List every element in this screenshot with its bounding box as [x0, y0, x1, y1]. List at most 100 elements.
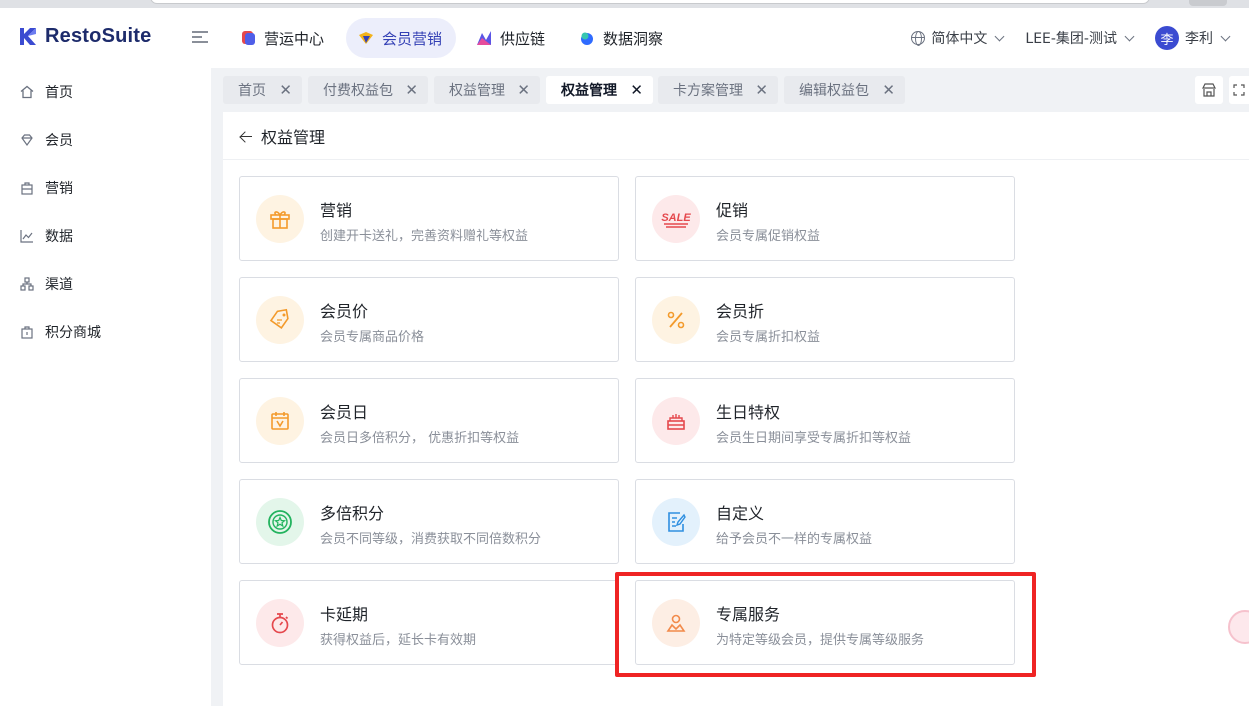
- language-selector[interactable]: 简体中文: [911, 28, 1005, 48]
- menu-collapse-icon[interactable]: [192, 30, 208, 44]
- browser-chrome: [0, 0, 1249, 8]
- organization-selector[interactable]: LEE-集团-测试: [1025, 28, 1135, 48]
- star-medal-icon: [256, 498, 304, 546]
- benefit-card-exclusive-service[interactable]: 专属服务 为特定等级会员，提供专属等级服务: [635, 580, 1015, 665]
- close-icon[interactable]: ✕: [755, 82, 768, 98]
- card-title: 会员日: [320, 403, 369, 422]
- sidebar-item-home[interactable]: 首页: [0, 68, 211, 116]
- benefit-card-member-discount[interactable]: 会员折 会员专属折扣权益: [635, 277, 1015, 362]
- store-icon: [1202, 83, 1216, 97]
- sidebar-item-member[interactable]: 会员: [0, 116, 211, 164]
- page-header: 权益管理: [223, 112, 1249, 160]
- app-logo[interactable]: RestoSuite: [18, 25, 151, 48]
- benefit-card-marketing[interactable]: 营销 创建开卡送礼，完善资料赠礼等权益: [239, 176, 619, 261]
- close-icon[interactable]: ✕: [882, 82, 895, 98]
- fullscreen-button[interactable]: [1229, 76, 1249, 104]
- benefit-card-member-day[interactable]: 会员日 会员日多倍积分， 优惠折扣等权益: [239, 378, 619, 463]
- sidebar-item-channel[interactable]: 渠道: [0, 260, 211, 308]
- sidebar-item-label: 首页: [45, 85, 73, 101]
- close-icon[interactable]: ✕: [405, 82, 418, 98]
- nav-supply-chain[interactable]: 供应链: [464, 18, 559, 58]
- sidebar-item-points-mall[interactable]: 积分商城: [0, 308, 211, 356]
- page-title: 权益管理: [261, 127, 326, 147]
- custom-form-icon: [652, 498, 700, 546]
- browser-button[interactable]: [1189, 0, 1227, 6]
- benefit-card-multiple-points[interactable]: 多倍积分 会员不同等级，消费获取不同倍数积分: [239, 479, 619, 564]
- nav-label: 营运中心: [264, 29, 325, 48]
- chevron-down-icon: [1220, 31, 1231, 41]
- exclusive-service-icon: [652, 599, 700, 647]
- tab-home[interactable]: 首页 ✕: [223, 76, 302, 104]
- card-description: 会员专属商品价格: [320, 330, 425, 345]
- sidebar-item-data[interactable]: 数据: [0, 212, 211, 260]
- birthday-cake-icon: [652, 397, 700, 445]
- data-insight-icon: [581, 32, 594, 45]
- sidebar-item-label: 会员: [45, 133, 73, 149]
- card-description: 会员生日期间享受专属折扣等权益: [716, 431, 912, 446]
- back-arrow-icon[interactable]: [239, 129, 253, 143]
- gift-icon: [256, 195, 304, 243]
- card-title: 促销: [716, 201, 749, 220]
- address-bar[interactable]: [150, 0, 1150, 4]
- card-description: 会员不同等级，消费获取不同倍数积分: [320, 532, 542, 547]
- card-description: 会员日多倍积分， 优惠折扣等权益: [320, 431, 520, 446]
- nav-label: 会员营销: [382, 29, 443, 48]
- chart-icon: [20, 230, 33, 243]
- app-name: RestoSuite: [45, 25, 152, 47]
- card-title: 自定义: [716, 504, 765, 523]
- close-icon[interactable]: ✕: [630, 82, 643, 98]
- sale-icon: SALE: [652, 195, 700, 243]
- close-icon[interactable]: ✕: [279, 82, 292, 98]
- avatar: 李: [1155, 26, 1179, 50]
- chevron-down-icon: [994, 31, 1005, 41]
- benefit-card-card-extension[interactable]: 卡延期 获得权益后，延长卡有效期: [239, 580, 619, 665]
- tab-label: 卡方案管理: [673, 83, 743, 99]
- benefit-card-promotion[interactable]: SALE 促销 会员专属促销权益: [635, 176, 1015, 261]
- supply-chain-icon: [477, 31, 492, 45]
- card-title: 卡延期: [320, 605, 369, 624]
- card-title: 多倍积分: [320, 504, 385, 523]
- tab-benefit-management-active[interactable]: 权益管理 ✕: [546, 76, 653, 104]
- svg-text:SALE: SALE: [661, 212, 691, 224]
- stopwatch-icon: [256, 599, 304, 647]
- nav-operations-center[interactable]: 营运中心: [228, 18, 338, 58]
- nav-label: 数据洞察: [603, 29, 664, 48]
- language-label: 简体中文: [931, 31, 988, 47]
- diamond-icon: [21, 134, 33, 147]
- channel-icon: [20, 277, 34, 291]
- benefit-card-custom[interactable]: 自定义 给予会员不一样的专属权益: [635, 479, 1015, 564]
- tab-label: 首页: [238, 83, 266, 99]
- card-title: 营销: [320, 201, 353, 220]
- tab-card-plan-management[interactable]: 卡方案管理 ✕: [658, 76, 778, 104]
- benefit-card-member-price[interactable]: 会员价 会员专属商品价格: [239, 277, 619, 362]
- tab-label: 权益管理: [561, 83, 617, 99]
- close-icon[interactable]: ✕: [517, 82, 530, 98]
- tab-benefit-management[interactable]: 权益管理 ✕: [434, 76, 540, 104]
- user-menu[interactable]: 李 李利: [1155, 26, 1231, 50]
- tab-edit-benefit-pack[interactable]: 编辑权益包 ✕: [784, 76, 905, 104]
- card-title: 会员折: [716, 302, 765, 321]
- tab-label: 付费权益包: [323, 83, 393, 99]
- bag-icon: [21, 182, 33, 195]
- card-description: 为特定等级会员，提供专属等级服务: [716, 633, 925, 648]
- tab-paid-benefit-pack[interactable]: 付费权益包 ✕: [308, 76, 428, 104]
- card-description: 获得权益后，延长卡有效期: [320, 633, 477, 648]
- card-description: 会员专属促销权益: [716, 229, 821, 244]
- card-description: 会员专属折扣权益: [716, 330, 821, 345]
- organization-label: LEE-集团-测试: [1025, 31, 1117, 47]
- nav-data-insight[interactable]: 数据洞察: [567, 18, 677, 58]
- restosuite-logo-icon: [20, 28, 36, 45]
- calendar-icon: [256, 397, 304, 445]
- card-description: 给予会员不一样的专属权益: [716, 532, 873, 547]
- user-name: 李利: [1185, 31, 1213, 47]
- tab-home-button[interactable]: [1195, 76, 1223, 104]
- benefit-card-birthday[interactable]: 生日特权 会员生日期间享受专属折扣等权益: [635, 378, 1015, 463]
- shop-icon: [21, 326, 33, 339]
- nav-member-marketing[interactable]: 会员营销: [346, 18, 457, 58]
- operations-icon: [242, 31, 255, 45]
- header-actions: 简体中文 LEE-集团-测试 李 李利: [889, 20, 1249, 56]
- member-marketing-icon: [359, 32, 374, 44]
- card-title: 会员价: [320, 302, 369, 321]
- sidebar-item-marketing[interactable]: 营销: [0, 164, 211, 212]
- page-tabs: 首页 ✕ 付费权益包 ✕ 权益管理 ✕ 权益管理 ✕ 卡方案管理 ✕ 编辑权益包…: [211, 68, 1249, 112]
